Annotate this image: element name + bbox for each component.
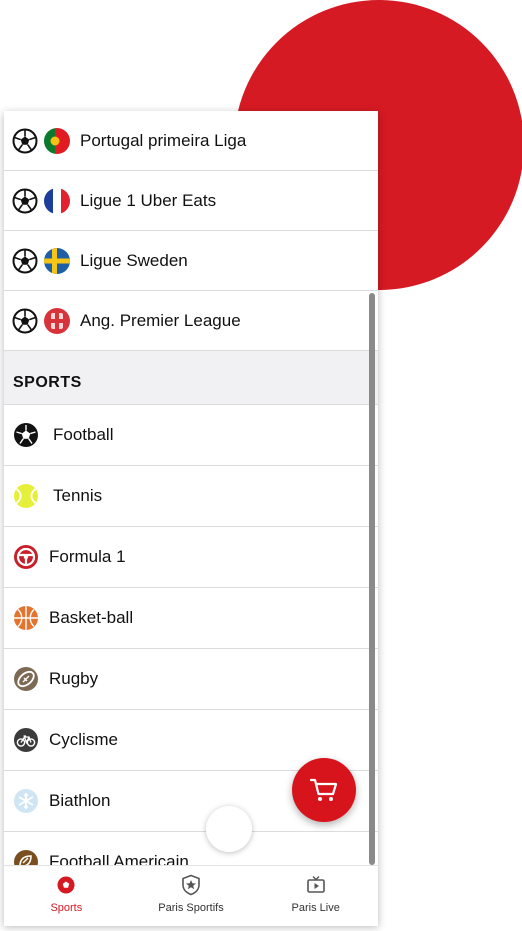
league-label: Ligue Sweden [80,250,188,270]
league-label: Ang. Premier League [80,310,241,330]
sport-label: Tennis [53,486,103,505]
nav-tab-sports[interactable]: Sports [4,866,129,926]
basketball-icon [14,606,38,630]
shopping-cart-icon [309,778,338,801]
bicycle-icon [14,728,38,752]
sport-item-tennis[interactable]: Tennis [4,466,378,527]
sport-item-basketball[interactable]: Basket-ball [4,588,378,649]
floating-home-indicator[interactable] [206,806,252,852]
nav-label: Sports [50,902,83,914]
snowflake-icon [14,789,38,813]
soccer-ball-icon [12,188,38,213]
england-flag-icon [44,307,70,334]
sport-item-formula1[interactable]: Formula 1 [4,527,378,588]
sport-label: Football [53,425,114,444]
league-label: Ligue 1 Uber Eats [80,190,217,210]
sport-label: Biathlon [49,791,111,810]
football-icon [14,423,38,447]
steering-wheel-icon [14,545,38,569]
nav-label: Paris Sportifs [158,902,224,914]
soccer-ball-icon [12,248,38,273]
france-flag-icon [44,187,70,214]
sport-label: Rugby [49,669,99,688]
league-item-france[interactable]: Ligue 1 Uber Eats [4,171,378,231]
bottom-navigation: Sports Paris Sportifs Paris Live [4,865,378,926]
nav-tab-paris-sportifs[interactable]: Paris Sportifs [129,866,254,926]
sport-item-football[interactable]: Football [4,405,378,466]
section-title: SPORTS [13,374,82,391]
soccer-ball-icon [12,128,38,153]
league-label: Portugal primeira Liga [80,130,247,150]
tennis-ball-icon [14,484,38,508]
nav-label: Paris Live [291,902,340,914]
league-item-portugal[interactable]: Portugal primeira Liga [4,111,378,171]
sports-section-header: SPORTS [4,351,378,405]
league-item-england[interactable]: Ang. Premier League [4,291,378,351]
soccer-ball-icon [12,308,38,333]
sport-label: Cyclisme [49,730,118,749]
league-item-sweden[interactable]: Ligue Sweden [4,231,378,291]
scrollbar-thumb[interactable] [369,293,375,865]
sport-label: Basket-ball [49,608,134,627]
sweden-flag-icon [44,247,70,274]
tv-play-icon [306,876,325,893]
sport-label: Formula 1 [49,547,126,566]
portugal-flag-icon [44,127,70,154]
football-icon [57,876,75,894]
rugby-ball-icon [14,667,38,691]
star-shield-icon [182,874,200,896]
sport-item-rugby[interactable]: Rugby [4,649,378,710]
cart-button[interactable] [292,758,356,822]
nav-tab-paris-live[interactable]: Paris Live [253,866,378,926]
